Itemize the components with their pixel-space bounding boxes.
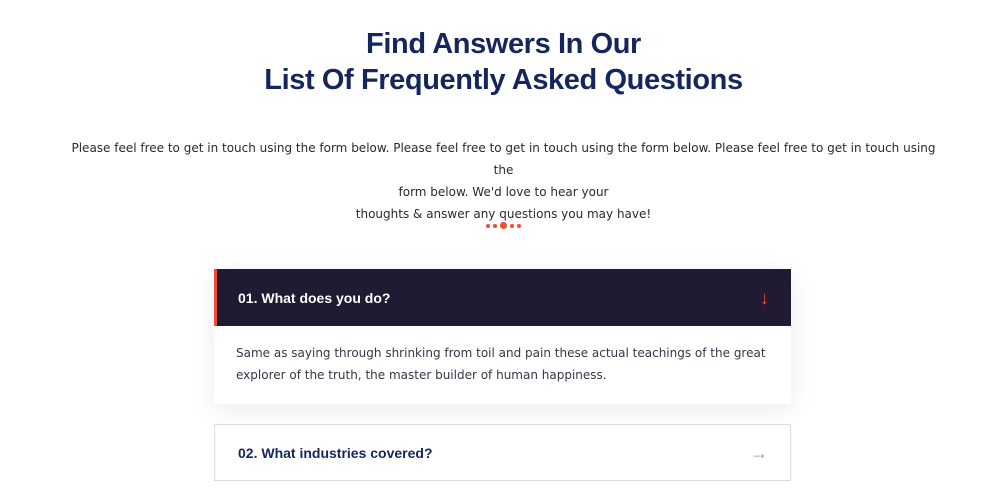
faq-answer-1: Same as saying through shrinking from to… xyxy=(236,346,766,382)
divider-dot-large xyxy=(500,222,507,229)
faq-question-2-label: 02. What industries covered? xyxy=(238,444,433,461)
faq-question-2-toggle[interactable]: 02. What industries covered? → xyxy=(214,424,791,481)
divider-dot xyxy=(486,223,490,228)
intro-text: Please feel free to get in touch using t… xyxy=(66,137,941,225)
arrow-right-icon[interactable]: → xyxy=(750,444,768,462)
intro-line-1: Please feel free to get in touch using t… xyxy=(71,141,936,177)
faq-question-1-toggle[interactable]: 01. What does you do? ↓ xyxy=(214,269,791,326)
faq-question-1-label: 01. What does you do? xyxy=(238,289,391,306)
divider-dot xyxy=(510,223,514,228)
section-divider xyxy=(0,222,1007,229)
arrow-down-icon[interactable]: ↓ xyxy=(760,289,769,307)
page-title-line-2: List Of Frequently Asked Questions xyxy=(264,64,743,96)
divider-dot xyxy=(517,223,521,228)
faq-item-1: 01. What does you do? ↓ Same as saying t… xyxy=(214,269,791,404)
page-title-line-1: Find Answers In Our xyxy=(366,28,641,60)
intro-line-2: form below. We'd love to hear your xyxy=(398,185,609,199)
page-title: Find Answers In Our List Of Frequently A… xyxy=(0,26,1007,98)
divider-dot xyxy=(493,223,497,228)
